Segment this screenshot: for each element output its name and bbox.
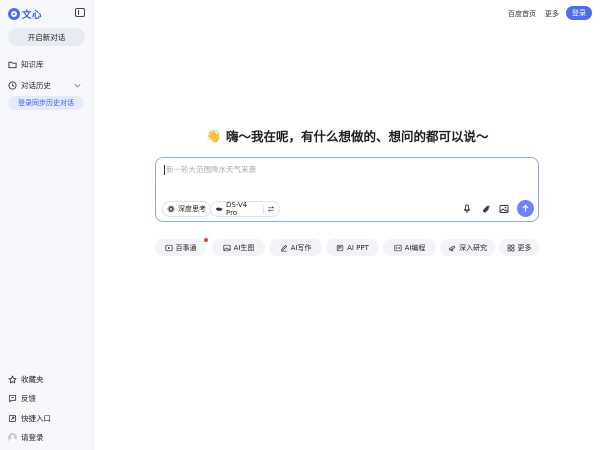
arrow-up-icon xyxy=(522,204,529,212)
greeting-text: 嗨～我在呢，有什么想做的、想问的都可以说～ xyxy=(225,129,489,144)
sidebar-item-label: 收藏夹 xyxy=(21,375,44,384)
chip-ai-image[interactable]: AI生图 xyxy=(212,239,265,256)
atom-icon xyxy=(167,205,175,213)
chip-label: 深入研究 xyxy=(459,243,487,252)
sidebar-item-login[interactable]: 请登录 xyxy=(8,432,44,443)
sidebar-item-feedback[interactable]: 反馈 xyxy=(8,393,36,404)
header-link-baidu-home[interactable]: 百度首页 xyxy=(508,9,536,19)
chip-more[interactable]: 更多 xyxy=(499,239,539,256)
deep-think-label: 深度思考 xyxy=(178,205,206,213)
logo-text: 文心 xyxy=(22,10,43,21)
chip-label: AI写作 xyxy=(290,243,312,252)
page-title: 👋 嗨～我在呢，有什么想做的、想问的都可以说～ xyxy=(206,126,488,145)
sidebar-item-favorites[interactable]: 收藏夹 xyxy=(8,374,44,385)
chat-input[interactable]: 新一轮大范围降水天气来袭 xyxy=(164,164,256,175)
chat-input-box[interactable]: 新一轮大范围降水天气来袭 深度思考 DS-V4 Pro xyxy=(155,157,539,222)
switch-icon[interactable] xyxy=(267,205,275,213)
sidebar-item-label: 快捷入口 xyxy=(21,414,51,423)
waving-hand-icon: 👋 xyxy=(206,128,221,143)
chip-label: AI PPT xyxy=(347,243,369,252)
login-sync-history-button[interactable]: 登录同步历史对话 xyxy=(8,96,84,110)
chip-ai-writing[interactable]: AI写作 xyxy=(269,239,322,256)
play-icon xyxy=(164,244,173,251)
logo[interactable]: 文心 xyxy=(8,7,42,21)
chip-label: 更多 xyxy=(517,243,532,252)
star-icon xyxy=(8,375,17,384)
sidebar-item-label: 对话历史 xyxy=(21,81,51,90)
send-button[interactable] xyxy=(517,200,534,217)
new-chat-button[interactable]: 开启新对话 xyxy=(8,28,85,46)
sidebar-item-label: 知识库 xyxy=(21,60,44,69)
chip-deep-research[interactable]: 深入研究 xyxy=(440,239,495,256)
pen-icon xyxy=(280,244,287,252)
image-icon xyxy=(223,244,231,251)
model-label: DS-V4 Pro xyxy=(226,201,248,217)
sidebar-item-label: 请登录 xyxy=(21,433,44,442)
grid-icon xyxy=(507,244,514,251)
model-selector[interactable]: DS-V4 Pro xyxy=(210,201,280,217)
chip-ai-ppt[interactable]: AI PPT xyxy=(326,239,379,256)
microphone-icon[interactable] xyxy=(462,204,472,214)
chat-input-placeholder: 新一轮大范围降水天气来袭 xyxy=(166,165,256,174)
login-button[interactable]: 登录 xyxy=(566,6,592,20)
sidebar: 文心 开启新对话 知识库 对话历史 登录同步历史对话 收藏夹 反馈 快捷入口 请… xyxy=(0,0,94,450)
chip-baishitong[interactable]: 百事通 xyxy=(155,239,206,256)
notification-dot xyxy=(204,238,208,242)
image-upload-icon[interactable] xyxy=(499,204,509,214)
feedback-icon xyxy=(8,394,17,403)
chip-label: 百事通 xyxy=(175,243,197,252)
shortcut-icon xyxy=(8,414,17,423)
chip-label: AI编程 xyxy=(404,243,426,252)
chevron-down-icon[interactable] xyxy=(73,81,82,90)
chip-ai-coding[interactable]: AI编程 xyxy=(383,239,436,256)
ppt-icon xyxy=(336,244,344,251)
code-icon xyxy=(394,244,402,251)
folder-icon xyxy=(8,61,17,69)
sidebar-item-history[interactable]: 对话历史 xyxy=(8,80,86,91)
clock-icon xyxy=(8,81,17,90)
text-caret xyxy=(164,164,165,175)
deep-think-toggle[interactable]: 深度思考 xyxy=(162,201,211,217)
chip-label: AI生图 xyxy=(233,243,255,252)
sidebar-collapse-icon[interactable] xyxy=(75,8,85,17)
avatar xyxy=(8,433,17,442)
pill-divider xyxy=(263,204,264,214)
sidebar-item-shortcut[interactable]: 快捷入口 xyxy=(8,413,51,424)
header-link-more[interactable]: 更多 xyxy=(545,9,559,19)
sidebar-item-label: 反馈 xyxy=(21,394,36,403)
whale-icon xyxy=(215,207,223,211)
attachment-icon[interactable] xyxy=(481,204,491,214)
logo-icon xyxy=(8,8,20,20)
sidebar-item-knowledge-base[interactable]: 知识库 xyxy=(8,59,86,70)
telescope-icon xyxy=(448,245,456,251)
